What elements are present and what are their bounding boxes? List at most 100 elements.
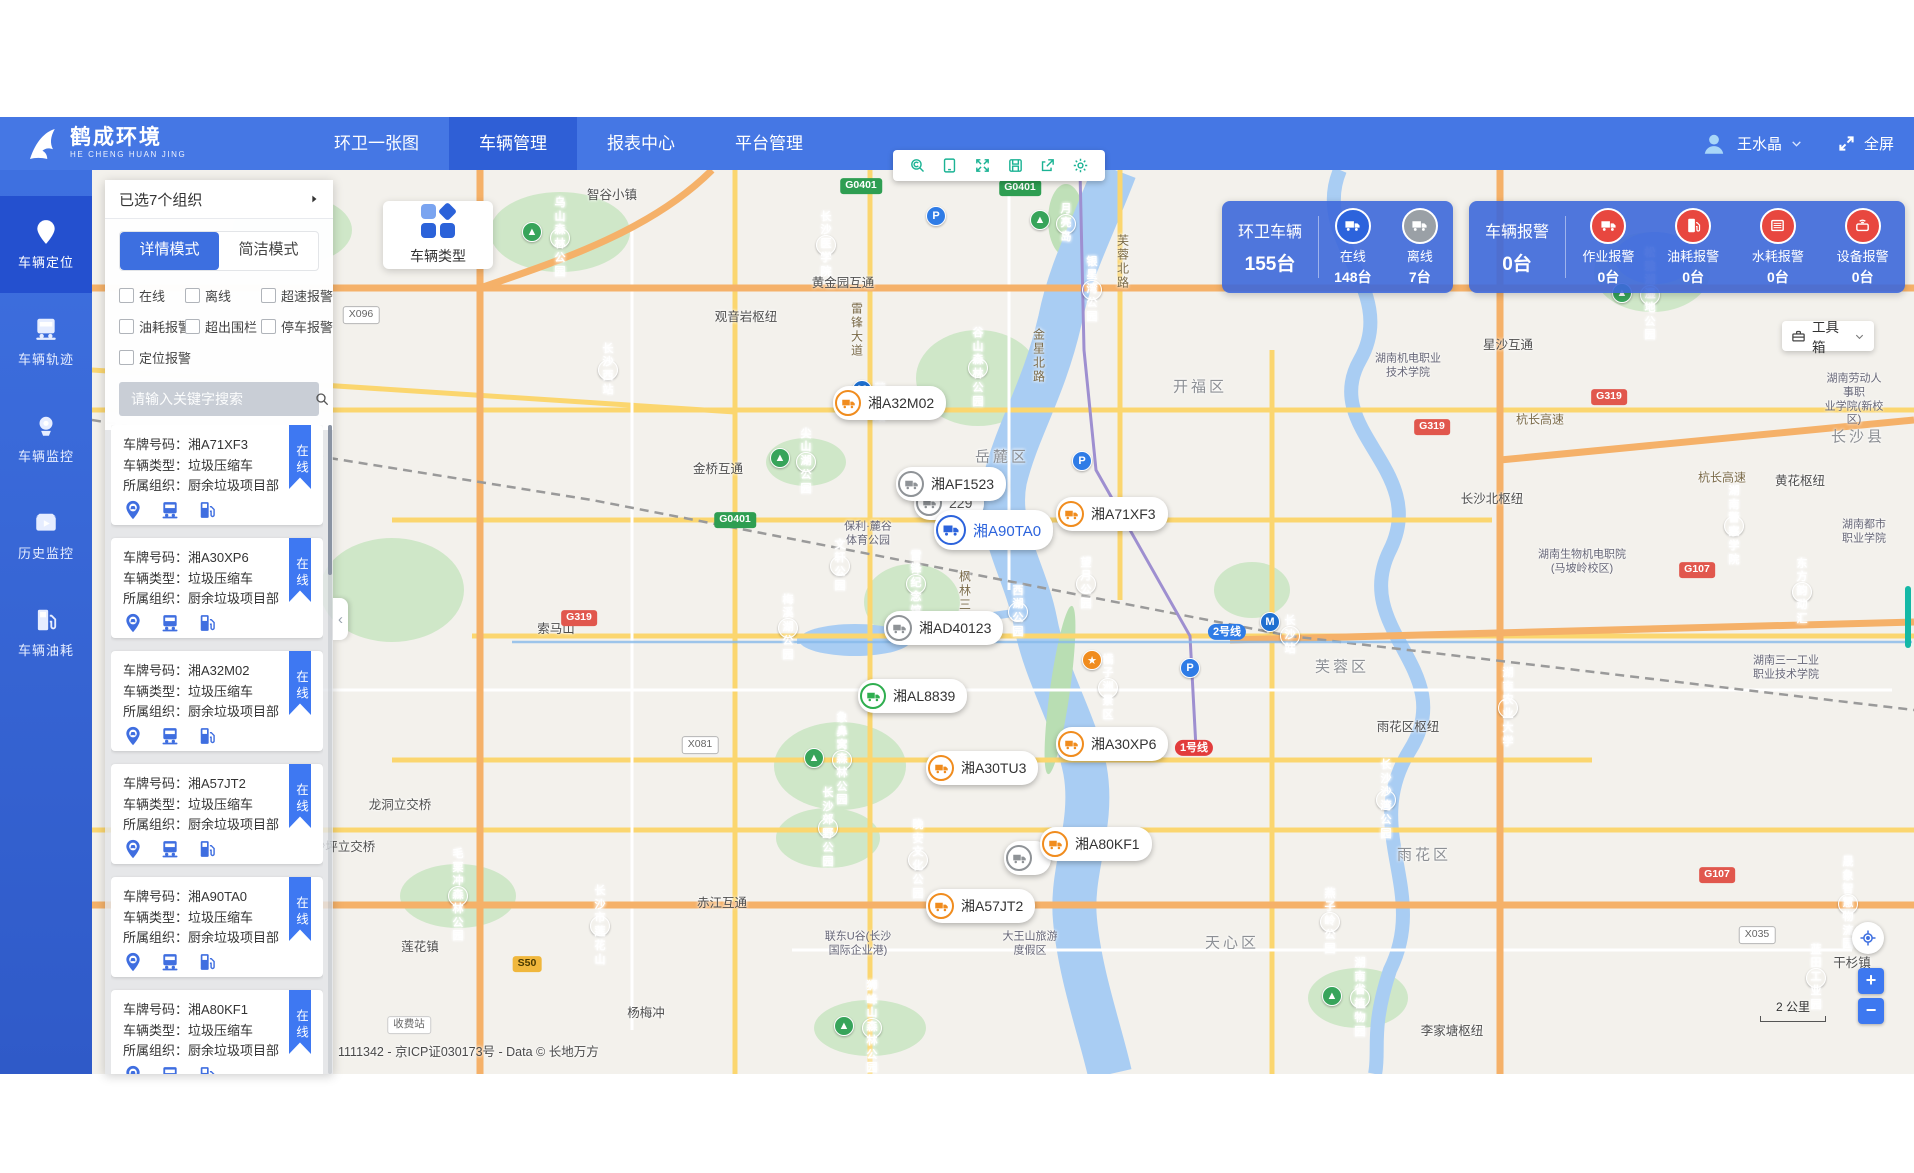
locate-vehicle-icon[interactable]: [123, 1065, 144, 1075]
checkbox-icon[interactable]: [119, 350, 134, 365]
locate-button[interactable]: [1852, 922, 1884, 954]
checkbox-icon[interactable]: [261, 288, 276, 303]
filter-option-5[interactable]: 停车报警: [261, 317, 327, 336]
fuel-icon: [33, 607, 59, 633]
vehicle-marker[interactable]: 湘A32M02: [833, 386, 946, 420]
tab-simple-mode[interactable]: 简洁模式: [219, 232, 318, 270]
device-frame-icon[interactable]: [941, 157, 958, 174]
vehicle-type-button[interactable]: 车辆类型: [383, 201, 493, 269]
locate-vehicle-icon[interactable]: [123, 500, 144, 520]
map-zoom-icon[interactable]: [909, 157, 926, 174]
checkbox-icon[interactable]: [119, 288, 134, 303]
locate-vehicle-icon[interactable]: [123, 952, 144, 972]
vehicle-marker[interactable]: 湘A90TA0: [934, 510, 1053, 550]
tab-detail-mode[interactable]: 详情模式: [120, 232, 219, 270]
map-view[interactable]: 智谷小镇乌山森林公园长沙医学院黄金园互通月亮岛银星湾公园观音岩枢纽长沙西站麓谷站…: [92, 170, 1914, 1074]
nav-item-report-center[interactable]: 报表中心: [577, 117, 705, 170]
vehicle-card[interactable]: 车牌号码：湘A90TA0车辆类型：垃圾压缩车所属组织：厨余垃圾项目部在线: [111, 877, 323, 977]
sidebar-item-vehicle-location[interactable]: 车辆定位: [0, 196, 92, 293]
vehicle-card[interactable]: 车牌号码：湘A80KF1车辆类型：垃圾压缩车所属组织：厨余垃圾项目部在线: [111, 990, 323, 1074]
track-vehicle-icon[interactable]: [160, 726, 181, 746]
road-badge: G319: [1591, 389, 1627, 405]
filter-option-1[interactable]: 离线: [185, 286, 257, 305]
vehicle-marker[interactable]: 湘A80KF1: [1040, 827, 1152, 861]
locate-vehicle-icon[interactable]: [123, 613, 144, 633]
map-place-label: 龙洞立交桥: [369, 798, 432, 814]
track-vehicle-icon[interactable]: [160, 500, 181, 520]
expand-icon[interactable]: [974, 157, 991, 174]
vehicle-card[interactable]: 车牌号码：湘A71XF3车辆类型：垃圾压缩车所属组织：厨余垃圾项目部在线: [111, 425, 323, 525]
search-icon[interactable]: [314, 391, 330, 407]
filter-option-6[interactable]: 定位报警: [119, 348, 181, 367]
vehicle-card[interactable]: 车牌号码：湘A30XP6车辆类型：垃圾压缩车所属组织：厨余垃圾项目部在线: [111, 538, 323, 638]
fullscreen-icon[interactable]: [1837, 134, 1856, 153]
app-title: 鹤成环境: [70, 127, 186, 149]
fuel-vehicle-icon[interactable]: [197, 839, 218, 859]
search-input[interactable]: [129, 390, 314, 408]
alarm-stat: 水耗报警0台: [1752, 208, 1804, 287]
track-vehicle-icon[interactable]: [160, 1065, 181, 1075]
locate-vehicle-icon[interactable]: [123, 726, 144, 746]
checkbox-icon[interactable]: [261, 319, 276, 334]
sidebar-item-vehicle-track[interactable]: 车辆轨迹: [0, 293, 92, 390]
road-badge: X035: [1739, 926, 1776, 944]
nav-item-sanitation-map[interactable]: 环卫一张图: [304, 117, 449, 170]
organization-selector[interactable]: 已选7个组织: [105, 180, 333, 219]
nav-item-platform-management[interactable]: 平台管理: [705, 117, 833, 170]
vehicle-org: 所属组织：厨余垃圾项目部: [123, 815, 311, 836]
search-box[interactable]: [119, 382, 319, 416]
zoom-out-button[interactable]: −: [1858, 998, 1884, 1024]
sidebar-item-history-monitor[interactable]: 历史监控: [0, 487, 92, 584]
vehicle-card[interactable]: 车牌号码：湘A57JT2车辆类型：垃圾压缩车所属组织：厨余垃圾项目部在线: [111, 764, 323, 864]
fleet-count: 155台: [1245, 249, 1296, 276]
truck-icon: [835, 390, 861, 416]
track-vehicle-icon[interactable]: [160, 839, 181, 859]
panel-scrollbar[interactable]: [328, 425, 332, 1074]
vehicle-marker[interactable]: 湘A71XF3: [1056, 497, 1168, 531]
sidebar-item-vehicle-fuel[interactable]: 车辆油耗: [0, 584, 92, 681]
zoom-in-button[interactable]: +: [1858, 968, 1884, 994]
right-edge-scrollbar[interactable]: [1905, 586, 1911, 648]
vehicle-marker-plate: 湘A30XP6: [1091, 734, 1156, 754]
vehicle-marker[interactable]: 湘AF1523: [896, 467, 1006, 501]
vehicle-marker[interactable]: 湘AL8839: [858, 679, 967, 713]
fuel-vehicle-icon[interactable]: [197, 500, 218, 520]
fullscreen-label[interactable]: 全屏: [1864, 133, 1894, 154]
gear-icon[interactable]: [1072, 157, 1089, 174]
share-icon[interactable]: [1039, 157, 1056, 174]
save-icon[interactable]: [1007, 157, 1024, 174]
fuel-vehicle-icon[interactable]: [197, 952, 218, 972]
map-place-label: 望月公园: [1076, 574, 1096, 594]
checkbox-icon[interactable]: [185, 288, 200, 303]
filter-option-0[interactable]: 在线: [119, 286, 181, 305]
vehicle-marker[interactable]: 湘A30TU3: [926, 751, 1038, 785]
sidebar-item-vehicle-monitor[interactable]: 车辆监控: [0, 390, 92, 487]
alarm-item-count: 0台: [1767, 267, 1789, 287]
vehicle-marker[interactable]: 湘A30XP6: [1056, 727, 1168, 761]
checkbox-icon[interactable]: [119, 319, 134, 334]
track-vehicle-icon[interactable]: [160, 952, 181, 972]
fuel-vehicle-icon[interactable]: [197, 726, 218, 746]
checkbox-icon[interactable]: [185, 319, 200, 334]
locate-vehicle-icon[interactable]: [123, 839, 144, 859]
panel-collapse-handle[interactable]: ‹: [333, 598, 348, 640]
user-avatar-icon[interactable]: [1701, 131, 1727, 157]
toolbox-button[interactable]: 工具箱: [1782, 321, 1874, 351]
map-place-label: 长沙县: [1831, 429, 1885, 448]
chevron-down-icon[interactable]: [1790, 137, 1803, 150]
vehicle-marker[interactable]: 湘A57JT2: [926, 889, 1035, 923]
nav-item-vehicle-management[interactable]: 车辆管理: [449, 117, 577, 170]
map-place-label: 晚安文化公园: [908, 850, 928, 870]
filter-option-2[interactable]: 超速报警: [261, 286, 327, 305]
vehicle-marker[interactable]: 湘AD40123: [884, 611, 1003, 645]
track-vehicle-icon[interactable]: [160, 613, 181, 633]
fuel-vehicle-icon[interactable]: [197, 613, 218, 633]
vehicle-card[interactable]: 车牌号码：湘A32M02车辆类型：垃圾压缩车所属组织：厨余垃圾项目部在线: [111, 651, 323, 751]
map-place-label: 雷锋纪念馆: [906, 574, 926, 594]
expand-right-icon[interactable]: [309, 194, 319, 204]
user-name[interactable]: 王水晶: [1737, 133, 1782, 154]
fuel-vehicle-icon[interactable]: [197, 1065, 218, 1075]
map-place-label: 湖南三一工业 职业技术学院: [1753, 654, 1819, 682]
filter-option-3[interactable]: 油耗报警: [119, 317, 181, 336]
filter-option-4[interactable]: 超出围栏: [185, 317, 257, 336]
